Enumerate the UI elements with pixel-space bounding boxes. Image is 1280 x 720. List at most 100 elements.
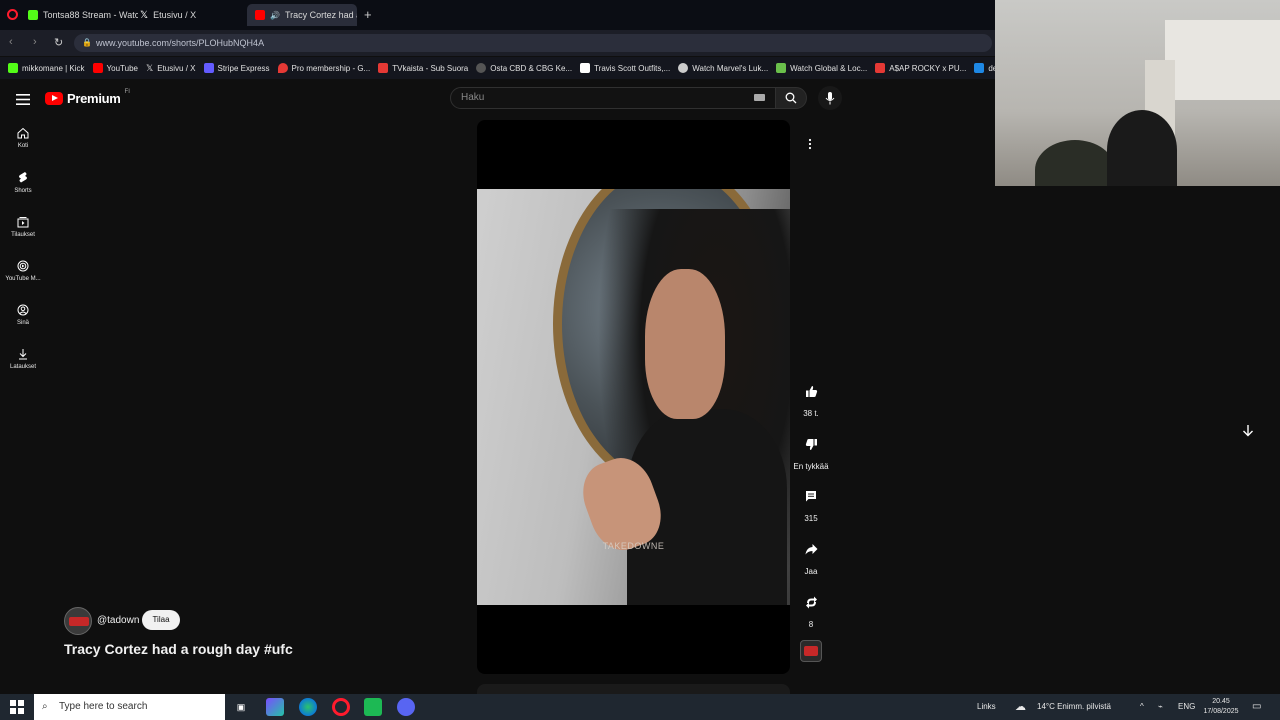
share-button[interactable]: Jaa (790, 537, 832, 576)
youtube-favicon-icon (255, 10, 265, 20)
tab-youtube-short[interactable]: 🔊 Tracy Cortez had a rou (247, 4, 357, 26)
next-video-preview[interactable] (477, 684, 790, 694)
youtube-play-icon (45, 92, 63, 105)
address-bar-row: ‹ › ↻ 🔒 www.youtube.com/shorts/PLOHubNQH… (0, 30, 995, 56)
channel-handle[interactable]: @tadown (97, 615, 139, 626)
thumbs-down-icon (805, 438, 817, 450)
subscribe-button[interactable]: Tilaa (142, 610, 180, 630)
x-favicon-icon: 𝕏 (145, 62, 154, 73)
kitchen-cabinet-image (1165, 20, 1280, 100)
taskbar-search-input[interactable]: ⌕ Type here to search (34, 694, 225, 720)
shorts-video-player[interactable]: TAKEDOWNE (477, 120, 790, 674)
clock-date: 17/08/2025 (1203, 708, 1239, 715)
share-arrow-icon (805, 544, 817, 555)
language-indicator[interactable]: ENG (1178, 694, 1195, 720)
tab-kick-stream[interactable]: Tontsa88 Stream - Watch (20, 4, 138, 26)
sidebar-item-subscriptions[interactable]: Tilaukset (0, 216, 46, 238)
hamburger-menu-icon[interactable] (16, 92, 30, 110)
opera-logo-icon[interactable] (7, 9, 18, 20)
app-icon[interactable] (266, 698, 284, 716)
x-favicon-icon: 𝕏 (140, 9, 149, 21)
bookmark-item[interactable]: de (974, 63, 995, 73)
speaker-icon[interactable]: 🔊 (270, 11, 280, 20)
bookmark-item[interactable]: Stripe Express (203, 63, 270, 73)
video-title: Tracy Cortez had a rough day #ufc (64, 641, 293, 657)
task-view-icon[interactable]: ▣ (232, 698, 250, 716)
sidebar-item-home[interactable]: Koti (0, 127, 46, 149)
bookmark-item[interactable]: Watch Global & Loc... (776, 63, 867, 73)
youtube-header: Premium FI Haku (0, 80, 995, 118)
taskbar-clock[interactable]: 20.45 17/08/2025 (1200, 697, 1242, 717)
search-icon (785, 92, 797, 104)
back-arrow-icon[interactable]: ‹ (9, 36, 13, 48)
sidebar-item-you[interactable]: Sinä (0, 304, 46, 326)
search-placeholder: Haku (461, 92, 485, 103)
like-button[interactable]: 38 t. (790, 379, 832, 418)
bookmark-item[interactable]: A$AP ROCKY x PU... (875, 63, 966, 73)
bookmark-label: A$AP ROCKY x PU... (889, 63, 967, 73)
bookmark-item[interactable]: Osta CBD & CBG Ke... (476, 63, 572, 73)
links-toolbar[interactable]: Links (977, 694, 996, 720)
reload-icon[interactable]: ↻ (54, 36, 63, 49)
remix-button[interactable]: 8 (790, 590, 832, 629)
tv-favicon-icon (378, 63, 389, 73)
remix-count: 8 (808, 620, 814, 629)
bookmark-item[interactable]: mikkomane | Kick (8, 63, 85, 73)
dislike-button[interactable]: En tykkää (790, 432, 832, 471)
notification-icon[interactable]: ▭ (1252, 694, 1261, 720)
voice-search-button[interactable] (818, 86, 842, 110)
search-button[interactable] (775, 87, 807, 109)
subscriptions-icon (17, 217, 29, 228)
more-options-button[interactable] (798, 132, 822, 156)
spotify-app-icon[interactable] (364, 698, 382, 716)
webcam-overlay (995, 0, 1280, 186)
discord-app-icon[interactable] (397, 698, 415, 716)
sidebar-item-label: Lataukset (9, 364, 37, 370)
person-face-image (645, 269, 725, 419)
opera-browser-icon[interactable] (332, 698, 350, 716)
tab-label: Etusivu / X (153, 10, 197, 20)
bookmark-item[interactable]: YouTube (92, 63, 138, 73)
windows-start-icon[interactable] (10, 700, 24, 714)
takedown-logo-icon (804, 646, 818, 656)
youtube-premium-logo[interactable]: Premium FI (45, 89, 130, 106)
comment-count: 315 (804, 514, 818, 523)
bookmark-label: Pro membership - G... (291, 63, 371, 73)
bookmark-item[interactable]: Travis Scott Outfits,... (580, 63, 670, 73)
takedown-logo-icon (69, 617, 89, 626)
address-bar[interactable]: 🔒 www.youtube.com/shorts/PLOHubNQH4A (74, 34, 992, 52)
channel-sound-thumbnail[interactable] (800, 640, 822, 662)
bookmark-label: de (988, 63, 995, 73)
comments-button[interactable]: 315 (790, 484, 832, 523)
chevron-up-icon[interactable]: ^ (1140, 694, 1144, 720)
sidebar-item-youtube-music[interactable]: YouTube M... (0, 260, 46, 282)
location-pin-icon (277, 63, 288, 73)
sidebar-item-shorts[interactable]: Shorts (0, 171, 46, 194)
dislike-circle (799, 432, 823, 456)
bookmark-item[interactable]: Pro membership - G... (277, 63, 371, 73)
sidebar-item-label: Sinä (16, 320, 29, 326)
sidebar-item-downloads[interactable]: Lataukset (0, 348, 46, 370)
remix-icon (805, 596, 817, 608)
shorts-icon (19, 172, 27, 183)
tab-x-home[interactable]: 𝕏 Etusivu / X (132, 4, 244, 26)
you-icon (17, 304, 29, 316)
bookmark-item[interactable]: TVkaista - Sub Suora (378, 63, 468, 73)
next-video-button[interactable] (1236, 418, 1260, 442)
kick-favicon-icon (28, 10, 38, 20)
weather-cloud-icon[interactable]: ☁ (1015, 694, 1026, 720)
network-icon[interactable]: ⌁ (1158, 694, 1163, 720)
edge-browser-icon[interactable] (299, 698, 317, 716)
bookmark-item[interactable]: Watch Marvel's Luk... (678, 63, 768, 73)
search-input[interactable]: Haku (450, 87, 776, 109)
channel-avatar[interactable] (64, 607, 92, 635)
weather-text[interactable]: 14°C Enimm. pilvistä (1037, 694, 1111, 720)
sidebar-item-label: Koti (17, 143, 29, 149)
new-tab-plus-icon[interactable]: + (364, 7, 372, 22)
youtube-favicon-icon (92, 63, 103, 73)
arrow-down-icon (1243, 424, 1253, 436)
forward-arrow-icon[interactable]: › (33, 36, 37, 48)
stripe-favicon-icon (203, 63, 214, 73)
keyboard-icon[interactable] (754, 94, 765, 101)
bookmark-item[interactable]: 𝕏 Etusivu / X (146, 63, 196, 74)
